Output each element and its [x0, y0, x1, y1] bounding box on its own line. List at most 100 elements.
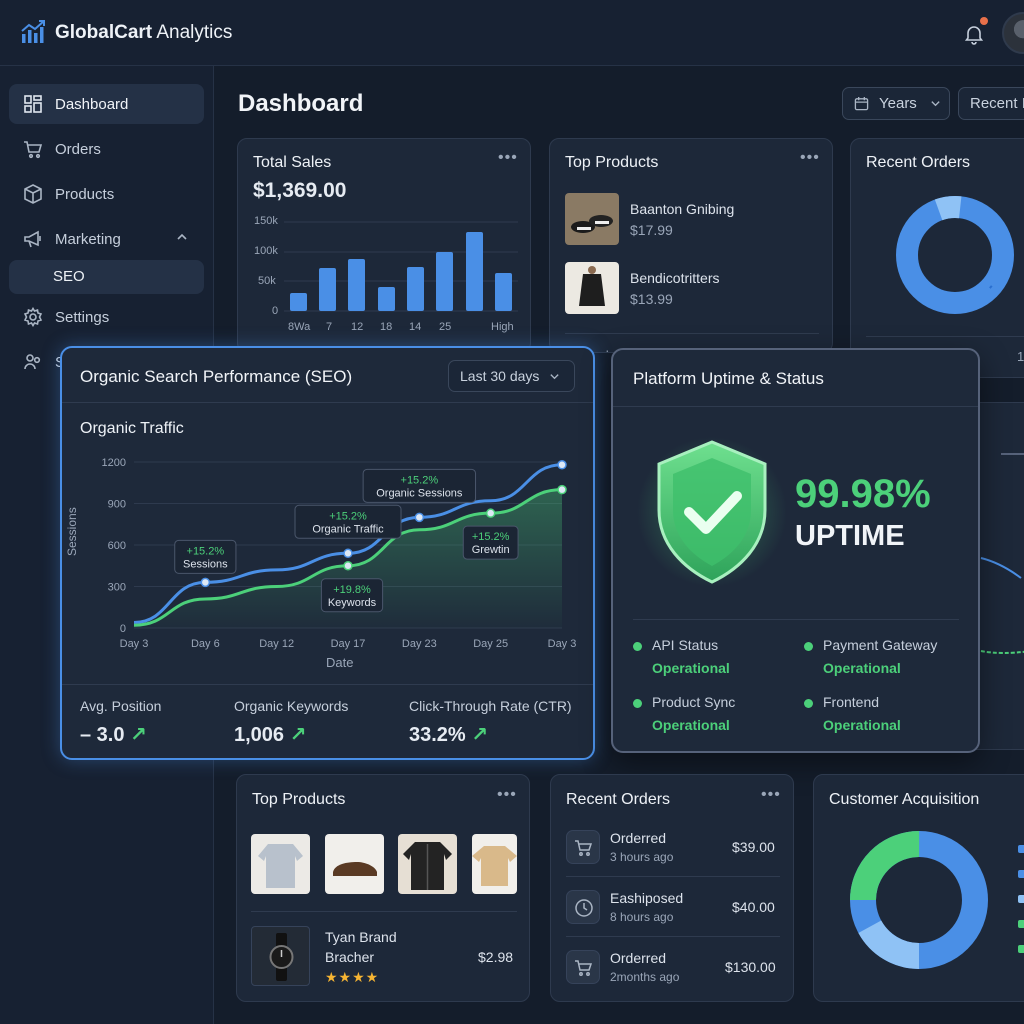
svg-text:+15.2%: +15.2%	[401, 474, 439, 486]
status-state: Operational	[652, 717, 730, 733]
order-name: Eashiposed	[610, 890, 684, 906]
product-thumbnail[interactable]	[565, 262, 619, 314]
gear-icon	[23, 307, 43, 327]
user-avatar[interactable]	[1002, 12, 1024, 54]
years-dropdown[interactable]: Years	[842, 87, 950, 120]
sidebar-item-marketing[interactable]: Marketing	[9, 219, 204, 259]
data-point	[414, 512, 425, 523]
x-tick-label: Day 23	[402, 638, 437, 650]
y-tick-label: 300	[108, 582, 126, 594]
svg-text:Keywords: Keywords	[328, 597, 377, 609]
sidebar-item-label: Products	[55, 185, 115, 203]
status-indicator	[804, 699, 813, 708]
product-name: Bendicotritters	[630, 270, 720, 286]
product-name-line2: Bracher	[325, 949, 375, 965]
product-thumbnail[interactable]	[251, 926, 310, 986]
data-point	[557, 484, 567, 495]
sales-bar	[290, 293, 307, 311]
status-indicator	[633, 642, 642, 651]
x-tick-label: 25	[439, 321, 452, 333]
order-name: Orderred	[610, 830, 667, 846]
x-tick-label: High	[491, 321, 514, 333]
star-rating: ★★★★	[325, 969, 380, 985]
status-state: Operational	[652, 660, 730, 676]
y-tick-label: 1200	[102, 457, 126, 469]
svg-text:Organic Traffic: Organic Traffic	[312, 523, 384, 535]
chart-annotation: +19.8%Keywords	[320, 578, 384, 613]
cart-icon	[566, 830, 600, 864]
status-indicator	[633, 699, 642, 708]
card-title: Recent Orders	[566, 791, 671, 808]
top-products-card: Top Products ••• Baanton Gnibing $17.99 …	[549, 138, 833, 353]
product-thumbnail[interactable]	[325, 834, 384, 894]
x-tick-label: 14	[409, 321, 422, 333]
clock-icon	[566, 890, 600, 924]
divider	[62, 684, 593, 685]
status-name: Frontend	[823, 694, 880, 710]
product-thumbnail[interactable]	[565, 193, 619, 245]
divider	[565, 333, 819, 334]
x-tick-label: Day 17	[331, 638, 366, 650]
recent-label: Recent I	[970, 95, 1024, 112]
y-tick-label: 0	[272, 305, 279, 317]
sidebar-item-products[interactable]: Products	[9, 174, 204, 214]
customer-acquisition-card: Customer Acquisition	[813, 774, 1024, 1002]
recent-orders-card-top: Recent Orders 1	[850, 138, 1024, 378]
svg-text:Grewtin: Grewtin	[472, 544, 510, 556]
order-time: 3 hours ago	[610, 850, 674, 864]
footer-text: 1	[1017, 349, 1024, 364]
uptime-percent: 99.98%	[795, 472, 931, 516]
product-thumbnail[interactable]	[472, 834, 517, 894]
chart-annotation: +15.2%Grewtin	[462, 525, 519, 560]
legend-swatch	[1018, 870, 1024, 878]
sidebar-item-label: Dashboard	[55, 95, 129, 113]
seo-performance-panel: Organic Search Performance (SEO) Last 30…	[60, 346, 595, 760]
chevron-up-icon[interactable]	[176, 231, 188, 243]
product-name: Baanton Gnibing	[630, 201, 735, 217]
trend-up-icon: ↗	[130, 724, 147, 746]
more-options-icon[interactable]: •••	[497, 786, 517, 804]
product-thumbnail[interactable]	[398, 834, 457, 894]
y-tick-label: 50k	[258, 275, 276, 287]
x-tick-label: Day 3	[120, 638, 149, 650]
more-options-icon[interactable]: •••	[761, 786, 781, 804]
notification-bell-icon[interactable]	[962, 22, 986, 46]
svg-text:+15.2%: +15.2%	[329, 510, 367, 522]
data-point	[485, 508, 496, 518]
cart-icon	[566, 950, 600, 984]
order-time: 2months ago	[610, 970, 680, 984]
metric-value: – 3.0 ↗	[80, 724, 147, 746]
y-tick-label: 100k	[254, 245, 278, 257]
product-thumbnail[interactable]	[251, 834, 310, 894]
metric-value: 33.2% ↗	[409, 724, 489, 746]
data-point	[343, 548, 353, 559]
sales-bar	[436, 252, 453, 311]
x-tick-label: Day 25	[473, 638, 508, 650]
divider	[251, 911, 517, 912]
recent-dropdown[interactable]: Recent I	[958, 87, 1024, 120]
product-price: $17.99	[630, 222, 673, 238]
product-price: $13.99	[630, 291, 673, 307]
trend-up-icon: ↗	[471, 724, 489, 746]
total-sales-card: Total Sales ••• $1,369.00 150k 100k 50k …	[237, 138, 531, 353]
orders-donut-chart	[896, 195, 1014, 314]
more-options-icon[interactable]: •••	[800, 149, 820, 167]
sales-bar	[495, 273, 512, 311]
sidebar-item-orders[interactable]: Orders	[9, 129, 204, 169]
sidebar-item-seo[interactable]: SEO	[9, 260, 204, 294]
x-tick-label: Day 12	[259, 638, 294, 650]
years-label: Years	[879, 95, 917, 112]
x-tick-label: 7	[326, 321, 333, 333]
sidebar-item-dashboard[interactable]: Dashboard	[9, 84, 204, 124]
legend-swatch	[1018, 945, 1024, 953]
card-title: Customer Acquisition	[829, 791, 980, 808]
sidebar-item-settings[interactable]: Settings	[9, 297, 204, 337]
svg-text:Organic Sessions: Organic Sessions	[376, 487, 463, 499]
card-title: Top Products	[252, 791, 346, 808]
order-name: Orderred	[610, 950, 667, 966]
y-tick-label: 900	[108, 499, 126, 511]
cart-icon	[24, 141, 43, 159]
status-name: API Status	[652, 637, 719, 653]
sales-bar	[319, 268, 336, 311]
divider	[633, 619, 959, 620]
